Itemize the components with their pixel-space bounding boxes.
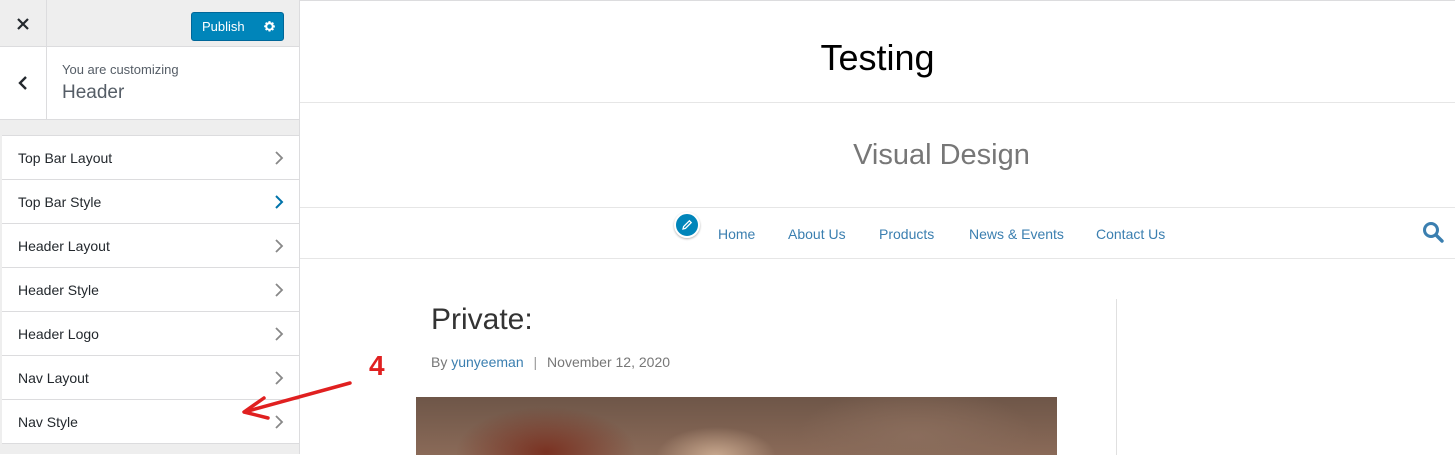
post-meta: By yunyeeman | November 12, 2020 [431,354,670,370]
menu-item-label: Header Layout [18,237,110,254]
menu-item-label: Top Bar Style [18,193,102,210]
nav-top-divider [300,207,1455,208]
menu-item-top-bar-style[interactable]: Top Bar Style [2,180,299,224]
edit-shortcut-button[interactable] [674,212,700,238]
nav-bottom-divider [300,258,1455,259]
customizer-sidebar: Publish You are customizing Header Top B… [0,0,300,454]
search-icon[interactable] [1422,221,1444,243]
menu-item-header-layout[interactable]: Header Layout [2,224,299,268]
customizing-label: You are customizing [62,62,179,77]
menu-item-label: Nav Layout [18,369,89,386]
nav-link-about-us[interactable]: About Us [788,226,846,242]
chevron-right-icon [275,371,284,385]
post-author-link[interactable]: yunyeeman [451,354,523,370]
gear-icon [263,21,275,32]
section-heading: You are customizing Header [62,62,179,104]
publish-settings-button[interactable] [255,13,283,40]
menu-item-label: Top Bar Layout [18,149,113,166]
menu-item-label: Nav Style [18,413,78,430]
chevron-right-icon [275,415,284,429]
back-arrow-icon [18,76,27,90]
post-date: November 12, 2020 [547,354,671,370]
header-divider [300,102,1455,103]
menu-item-label: Header Logo [18,325,99,342]
post-title[interactable]: Private: [431,303,533,337]
nav-link-contact-us[interactable]: Contact Us [1096,226,1165,242]
post-meta-separator: | [533,354,538,370]
nav-link-news-events[interactable]: News & Events [969,226,1064,242]
nav-link-products[interactable]: Products [879,226,934,242]
publish-button[interactable]: Publish [191,12,284,41]
chevron-right-icon [275,283,284,297]
sidebar-divider [1116,299,1117,455]
nav-link-home[interactable]: Home [718,226,755,242]
site-title[interactable]: Testing [300,37,1455,79]
customizer-header-bar: Publish [0,0,299,47]
chevron-right-icon [275,151,284,165]
menu-item-nav-layout[interactable]: Nav Layout [2,356,299,400]
back-button[interactable] [0,47,47,119]
section-title: Header [62,82,125,103]
section-header: You are customizing Header [0,47,299,120]
post-by-label: By [431,354,448,370]
site-preview: Testing Visual Design Home About Us Prod… [300,0,1455,455]
close-icon [17,17,29,30]
chevron-right-icon [275,195,284,209]
section-menu-list: Top Bar Layout Top Bar Style Header Layo… [2,135,299,444]
featured-image [416,397,1057,455]
publish-button-label: Publish [202,19,245,34]
menu-item-label: Header Style [18,281,99,298]
close-customizer-button[interactable] [0,0,47,47]
menu-item-header-logo[interactable]: Header Logo [2,312,299,356]
menu-item-top-bar-layout[interactable]: Top Bar Layout [2,136,299,180]
menu-item-header-style[interactable]: Header Style [2,268,299,312]
annotation-step-number: 4 [369,350,385,381]
menu-item-nav-style[interactable]: Nav Style [2,400,299,444]
site-tagline: Visual Design [853,139,1030,171]
chevron-right-icon [275,239,284,253]
pencil-icon [682,219,693,230]
chevron-right-icon [275,327,284,341]
